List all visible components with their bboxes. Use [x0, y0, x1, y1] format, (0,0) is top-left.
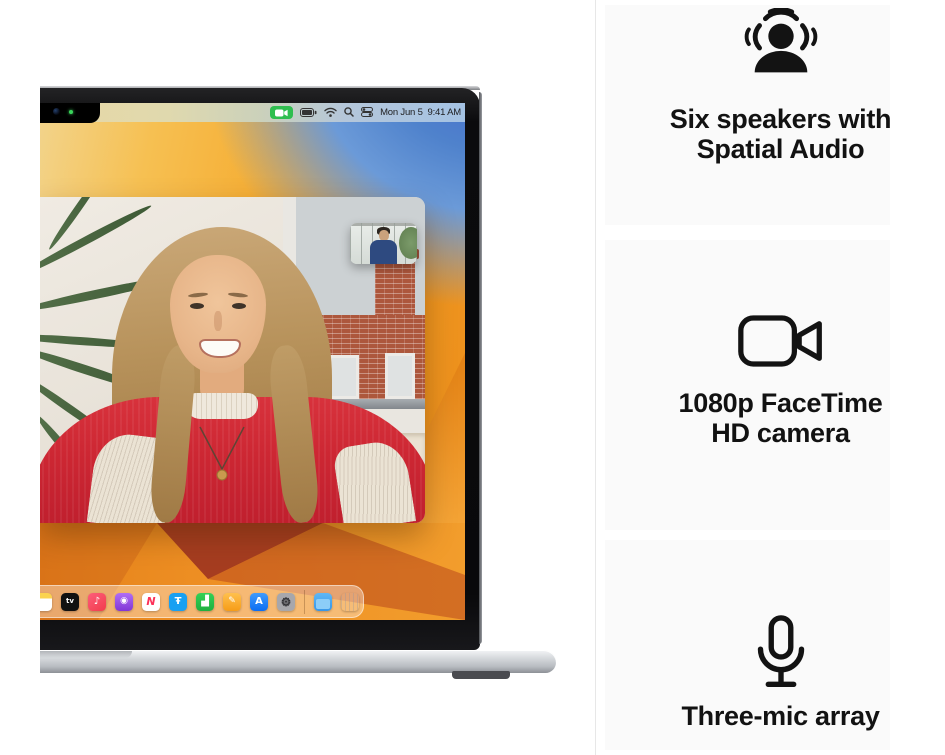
menu-bar-clock[interactable]: Mon Jun 5 9:41 AM	[380, 107, 461, 118]
product-feature-graphic: Mon Jun 5 9:41 AM	[0, 0, 945, 755]
face	[170, 255, 266, 373]
pip-man-blue-shirt	[370, 240, 397, 264]
apple-tv-app-icon[interactable]: tv	[61, 593, 79, 611]
column-divider	[595, 0, 596, 755]
app-store-app-icon[interactable]: A	[250, 593, 268, 611]
dock: tv ♪ ◉ N Ŧ ▟ ✎ A ⚙	[40, 585, 364, 618]
camera-active-led	[69, 110, 73, 114]
nose	[214, 311, 222, 331]
keynote-app-icon[interactable]: Ŧ	[169, 593, 187, 611]
smile	[199, 339, 241, 358]
camera-active-indicator-icon[interactable]	[270, 106, 293, 119]
system-settings-app-icon[interactable]: ⚙	[277, 593, 295, 611]
eyebrow	[228, 292, 248, 298]
webcam-lens	[53, 108, 60, 115]
macbook-base	[40, 650, 556, 673]
spatial-audio-icon	[739, 8, 823, 91]
facetime-pip-self-view[interactable]	[350, 223, 417, 264]
menu-bar: Mon Jun 5 9:41 AM	[40, 103, 465, 122]
spotlight-search-icon[interactable]	[344, 104, 354, 122]
facetime-camera-icon	[737, 313, 825, 374]
eyebrow	[188, 292, 208, 298]
facetime-window[interactable]	[40, 197, 425, 523]
battery-icon[interactable]	[300, 104, 317, 122]
music-app-icon[interactable]: ♪	[88, 593, 106, 611]
pip-plant	[399, 227, 417, 259]
numbers-app-icon[interactable]: ▟	[196, 593, 214, 611]
macbook-screen: Mon Jun 5 9:41 AM	[40, 103, 465, 620]
macbook-rubber-foot	[452, 671, 510, 679]
macbook-side-rim	[479, 92, 482, 644]
trash-icon[interactable]	[341, 593, 359, 611]
camera-notch	[40, 103, 100, 123]
eye	[232, 303, 246, 309]
feature-title-mic: Three-mic array	[638, 701, 923, 731]
eye	[190, 303, 204, 309]
notes-app-icon[interactable]	[40, 593, 52, 611]
microphone-icon	[750, 614, 812, 703]
feature-card-speakers: Six speakers with Spatial Audio	[605, 5, 890, 225]
downloads-folder-icon[interactable]	[314, 593, 332, 611]
control-center-icon[interactable]	[361, 104, 373, 122]
wifi-icon[interactable]	[324, 104, 337, 122]
feature-title-speakers: Six speakers with Spatial Audio	[638, 104, 923, 164]
macbook-thumb-scoop	[40, 651, 132, 658]
feature-title-camera: 1080p FaceTime HD camera	[638, 388, 923, 448]
dock-separator	[304, 590, 305, 614]
news-app-icon[interactable]: N	[142, 593, 160, 611]
feature-card-camera: 1080p FaceTime HD camera	[605, 240, 890, 530]
podcasts-app-icon[interactable]: ◉	[115, 593, 133, 611]
menu-bar-status-items: Mon Jun 5 9:41 AM	[270, 103, 461, 122]
pages-app-icon[interactable]: ✎	[223, 593, 241, 611]
feature-card-mic: Three-mic array	[605, 540, 890, 750]
